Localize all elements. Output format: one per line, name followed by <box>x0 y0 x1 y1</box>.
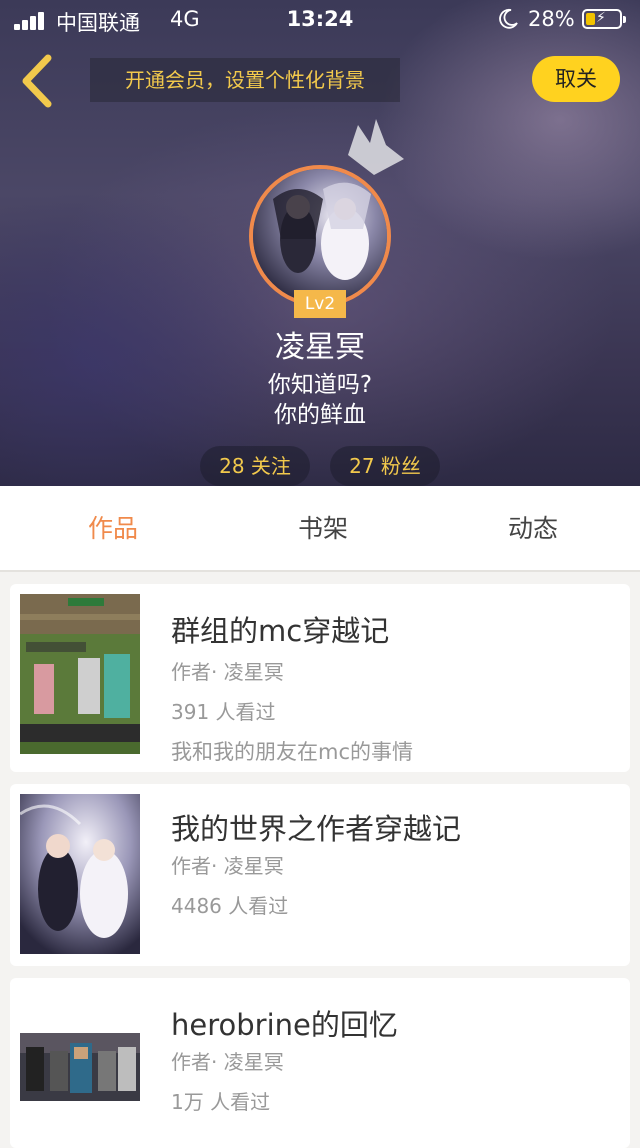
following-count[interactable]: 28 关注 <box>200 446 310 486</box>
work-card[interactable]: 我的世界之作者穿越记 作者· 凌星冥 4486 人看过 <box>10 784 630 966</box>
book-cover <box>20 1033 140 1101</box>
book-cover <box>20 794 140 954</box>
charging-bolt-icon: ⚡ <box>596 10 606 26</box>
profile-header: 中国联通 4G 13:24 28% ⚡ 开通会员，设置个性化背景 取关 Lv2 … <box>0 0 640 486</box>
battery-percent: 28% <box>528 7 575 31</box>
book-cover <box>20 594 140 754</box>
level-badge: Lv2 <box>294 290 346 318</box>
tab-bookshelf[interactable]: 书架 <box>243 486 403 572</box>
profile-tabs: 作品 书架 动态 <box>0 486 640 572</box>
battery-fill <box>586 13 595 25</box>
tab-activity[interactable]: 动态 <box>453 486 613 572</box>
work-author: 作者· 凌星冥 <box>171 854 284 878</box>
work-views: 391 人看过 <box>171 700 276 724</box>
work-author: 作者· 凌星冥 <box>171 1050 284 1074</box>
username: 凌星冥 <box>275 330 365 365</box>
work-author: 作者· 凌星冥 <box>171 660 284 684</box>
unfollow-button[interactable]: 取关 <box>532 56 620 102</box>
avatar-image <box>253 169 387 303</box>
work-title[interactable]: 群组的mc穿越记 <box>171 608 389 650</box>
user-bio: 你知道吗? 你的鲜血 <box>0 370 640 430</box>
work-card[interactable]: herobrine的回忆 作者· 凌星冥 1万 人看过 <box>10 978 630 1148</box>
work-title[interactable]: 我的世界之作者穿越记 <box>171 806 461 848</box>
chevron-left-icon[interactable] <box>14 52 62 110</box>
status-bar: 中国联通 4G 13:24 28% ⚡ <box>0 0 640 40</box>
work-description: 我和我的朋友在mc的事情 <box>171 740 414 764</box>
moon-icon <box>499 8 518 29</box>
work-views: 1万 人看过 <box>171 1090 271 1114</box>
bio-line: 你的鲜血 <box>274 402 366 428</box>
tab-works[interactable]: 作品 <box>33 486 193 572</box>
followers-count[interactable]: 27 粉丝 <box>330 446 440 486</box>
work-views: 4486 人看过 <box>171 894 289 918</box>
battery-icon: ⚡ <box>582 9 626 29</box>
work-card[interactable]: 群组的mc穿越记 作者· 凌星冥 391 人看过 我和我的朋友在mc的事情 <box>10 584 630 772</box>
bio-line: 你知道吗? <box>267 372 373 398</box>
vip-promo-banner[interactable]: 开通会员，设置个性化背景 <box>90 58 400 102</box>
avatar[interactable] <box>249 165 391 307</box>
work-title[interactable]: herobrine的回忆 <box>171 1002 398 1044</box>
